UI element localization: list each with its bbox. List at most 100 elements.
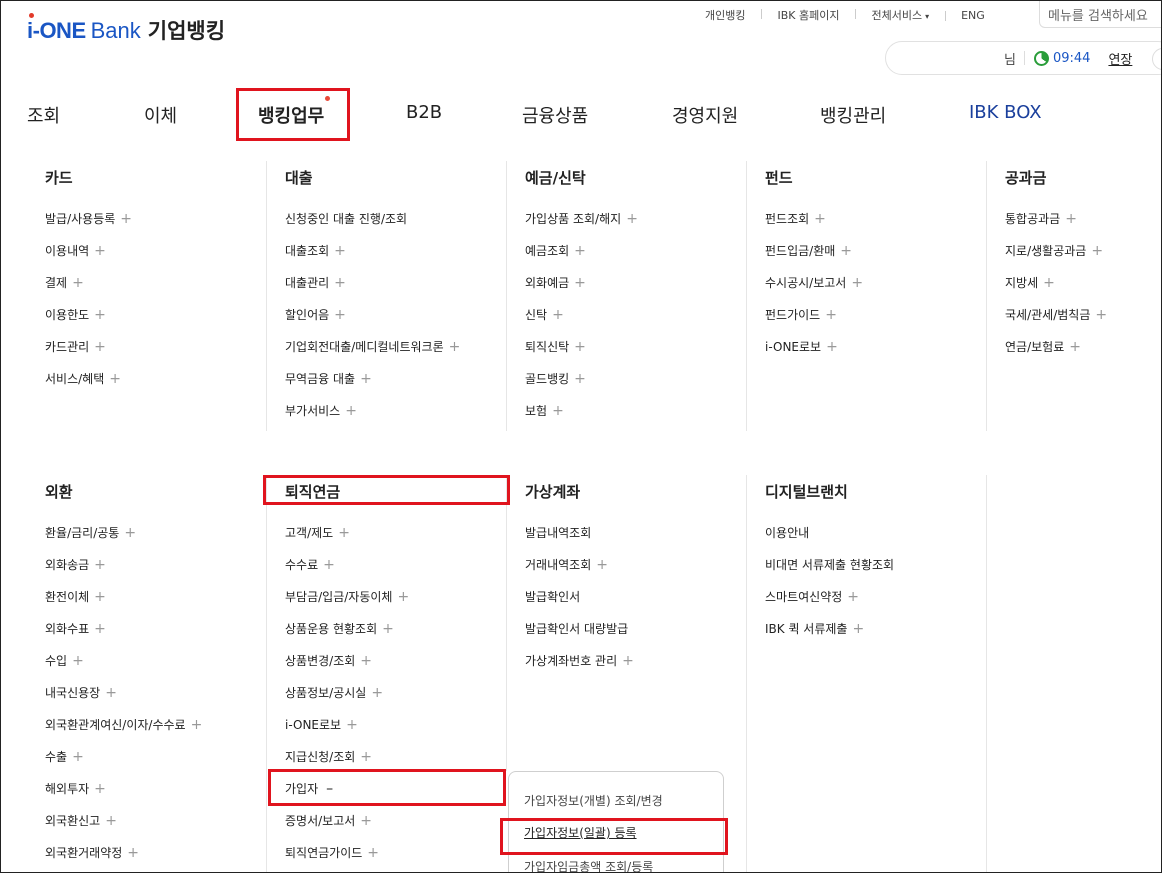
menu-item[interactable]: 외화예금 + (525, 274, 638, 306)
menu-item[interactable]: 부가서비스 + (285, 402, 460, 434)
logo-korean: 기업뱅킹 (147, 20, 226, 43)
menu-item-label: 신청중인 대출 진행/조회 (285, 212, 408, 226)
menu-item[interactable]: 보험 + (525, 402, 638, 434)
menu-item[interactable]: 스마트여신약정 + (765, 588, 894, 620)
menu-item-label: 펀드가이드 (765, 308, 821, 322)
menu-item[interactable]: 통합공과금 + (1005, 210, 1107, 242)
menu-item[interactable]: 골드뱅킹 + (525, 370, 638, 402)
menu-item[interactable]: 상품운용 현황조회 + (285, 620, 409, 652)
more-button[interactable] (1152, 48, 1161, 70)
menu-item-label: 부가서비스 (285, 404, 341, 418)
menu-item-label: 지로/생활공과금 (1005, 244, 1087, 258)
menu-group-loan: 대출 신청중인 대출 진행/조회 대출조회 + 대출관리 + 할인어음 + 기업회전대… (285, 167, 460, 434)
menu-item[interactable]: 환율/금리/공통 + (45, 524, 202, 556)
menu-item-label: 수시공시/보고서 (765, 276, 847, 290)
menu-item[interactable]: 연금/보험료 + (1005, 338, 1107, 370)
tab-financial-products[interactable]: 금융상품 (522, 102, 588, 128)
menu-item[interactable]: i-ONE로보 + (765, 338, 863, 370)
tab-management-support[interactable]: 경영지원 (672, 102, 738, 128)
submenu-item-wage-total[interactable]: 가입자임금총액 조회/등록 (524, 858, 653, 872)
menu-item[interactable]: 대출관리 + (285, 274, 460, 306)
logo[interactable]: i-ONE Bank 기업뱅킹 (27, 13, 226, 45)
link-english[interactable]: ENG (945, 9, 1001, 22)
menu-item[interactable]: 예금조회 + (525, 242, 638, 274)
menu-item[interactable]: 카드관리 + (45, 338, 132, 370)
plus-icon: + (94, 339, 106, 355)
menu-item[interactable]: 발급확인서 대량발급 (525, 620, 634, 652)
tab-banking-management[interactable]: 뱅킹관리 (820, 102, 886, 128)
menu-item[interactable]: 가상계좌번호 관리 + (525, 652, 634, 684)
menu-group-title: 펀드 (765, 169, 793, 187)
menu-item[interactable]: 이용한도 + (45, 306, 132, 338)
menu-item[interactable]: 외화수표 + (45, 620, 202, 652)
menu-item[interactable]: 펀드조회 + (765, 210, 863, 242)
extend-session-button[interactable]: 연장 (1108, 49, 1132, 68)
menu-item[interactable]: 수수료 + (285, 556, 409, 588)
plus-icon: + (94, 781, 106, 797)
link-ibk-homepage[interactable]: IBK 홈페이지 (761, 7, 855, 23)
menu-item[interactable]: 펀드가이드 + (765, 306, 863, 338)
menu-item[interactable]: 외국환거래약정 + (45, 844, 202, 872)
menu-item[interactable]: 지로/생활공과금 + (1005, 242, 1107, 274)
menu-item[interactable]: 외화송금 + (45, 556, 202, 588)
menu-item[interactable]: 증명서/보고서 + (285, 812, 409, 844)
link-personal-banking[interactable]: 개인뱅킹 (689, 7, 761, 23)
menu-item[interactable]: 신탁 + (525, 306, 638, 338)
tab-inquiry[interactable]: 조회 (27, 102, 60, 128)
tab-b2b[interactable]: B2B (406, 102, 442, 123)
menu-item-label: i-ONE로보 (765, 340, 822, 354)
menu-item[interactable]: 상품정보/공시실 + (285, 684, 409, 716)
menu-item[interactable]: 대출조회 + (285, 242, 460, 274)
menu-item[interactable]: 발급내역조회 (525, 524, 634, 556)
menu-item-label: 카드관리 (45, 340, 90, 354)
menu-item[interactable]: 부담금/입금/자동이체 + (285, 588, 409, 620)
menu-item[interactable]: 무역금융 대출 + (285, 370, 460, 402)
menu-item[interactable]: 발급확인서 (525, 588, 634, 620)
menu-item[interactable]: 서비스/혜택 + (45, 370, 132, 402)
plus-icon: + (94, 621, 106, 637)
submenu-item-individual-info[interactable]: 가입자정보(개별) 조회/변경 (524, 792, 663, 809)
menu-item[interactable]: 국세/관세/범칙금 + (1005, 306, 1107, 338)
menu-item[interactable]: 외국환관계여신/이자/수수료 + (45, 716, 202, 748)
plus-icon: + (574, 339, 586, 355)
menu-item[interactable]: 기업회전대출/메디컬네트워크론 + (285, 338, 460, 370)
menu-item-label: 해외투자 (45, 782, 90, 796)
menu-item[interactable]: 가입상품 조회/해지 + (525, 210, 638, 242)
menu-item-label: 수출 (45, 750, 68, 764)
menu-item[interactable]: 해외투자 + (45, 780, 202, 812)
menu-item[interactable]: 이용내역 + (45, 242, 132, 274)
menu-item[interactable]: 환전이체 + (45, 588, 202, 620)
tab-transfer[interactable]: 이체 (144, 102, 177, 128)
menu-item-label: 수수료 (285, 558, 319, 572)
plus-icon: + (1095, 307, 1108, 323)
menu-item[interactable]: 지방세 + (1005, 274, 1107, 306)
menu-item[interactable]: 펀드입금/환매 + (765, 242, 863, 274)
menu-item[interactable]: i-ONE로보 + (285, 716, 409, 748)
menu-item[interactable]: 거래내역조회 + (525, 556, 634, 588)
menu-item[interactable]: 고객/제도 + (285, 524, 409, 556)
menu-item[interactable]: 이용안내 (765, 524, 894, 556)
menu-item[interactable]: 퇴직연금가이드 + (285, 844, 409, 872)
menu-item[interactable]: 수입 + (45, 652, 202, 684)
menu-item[interactable]: 외국환신고 + (45, 812, 202, 844)
menu-item[interactable]: 상품변경/조회 + (285, 652, 409, 684)
plus-icon: + (94, 557, 106, 573)
menu-item[interactable]: 결제 + (45, 274, 132, 306)
all-services-dropdown[interactable]: 전체서비스 ▾ (855, 7, 945, 23)
menu-item[interactable]: 발급/사용등록 + (45, 210, 132, 242)
plus-icon: + (847, 589, 860, 605)
plus-icon: + (448, 339, 461, 355)
menu-item-label: 외국환신고 (45, 814, 101, 828)
menu-item[interactable]: 비대면 서류제출 현황조회 (765, 556, 894, 588)
menu-group-fund: 펀드 펀드조회 + 펀드입금/환매 + 수시공시/보고서 + 펀드가이드 + i-ONE… (765, 167, 863, 370)
menu-item[interactable]: 수출 + (45, 748, 202, 780)
menu-item[interactable]: 퇴직신탁 + (525, 338, 638, 370)
menu-item[interactable]: 내국신용장 + (45, 684, 202, 716)
menu-item[interactable]: 수시공시/보고서 + (765, 274, 863, 306)
menu-item[interactable]: IBK 퀵 서류제출 + (765, 620, 894, 652)
menu-item[interactable]: 할인어음 + (285, 306, 460, 338)
plus-icon: + (72, 653, 84, 669)
menu-item[interactable]: 신청중인 대출 진행/조회 (285, 210, 460, 242)
tab-ibk-box[interactable]: IBK BOX (969, 102, 1042, 123)
menu-search-input[interactable]: 메뉴를 검색하세요 (1039, 1, 1161, 28)
